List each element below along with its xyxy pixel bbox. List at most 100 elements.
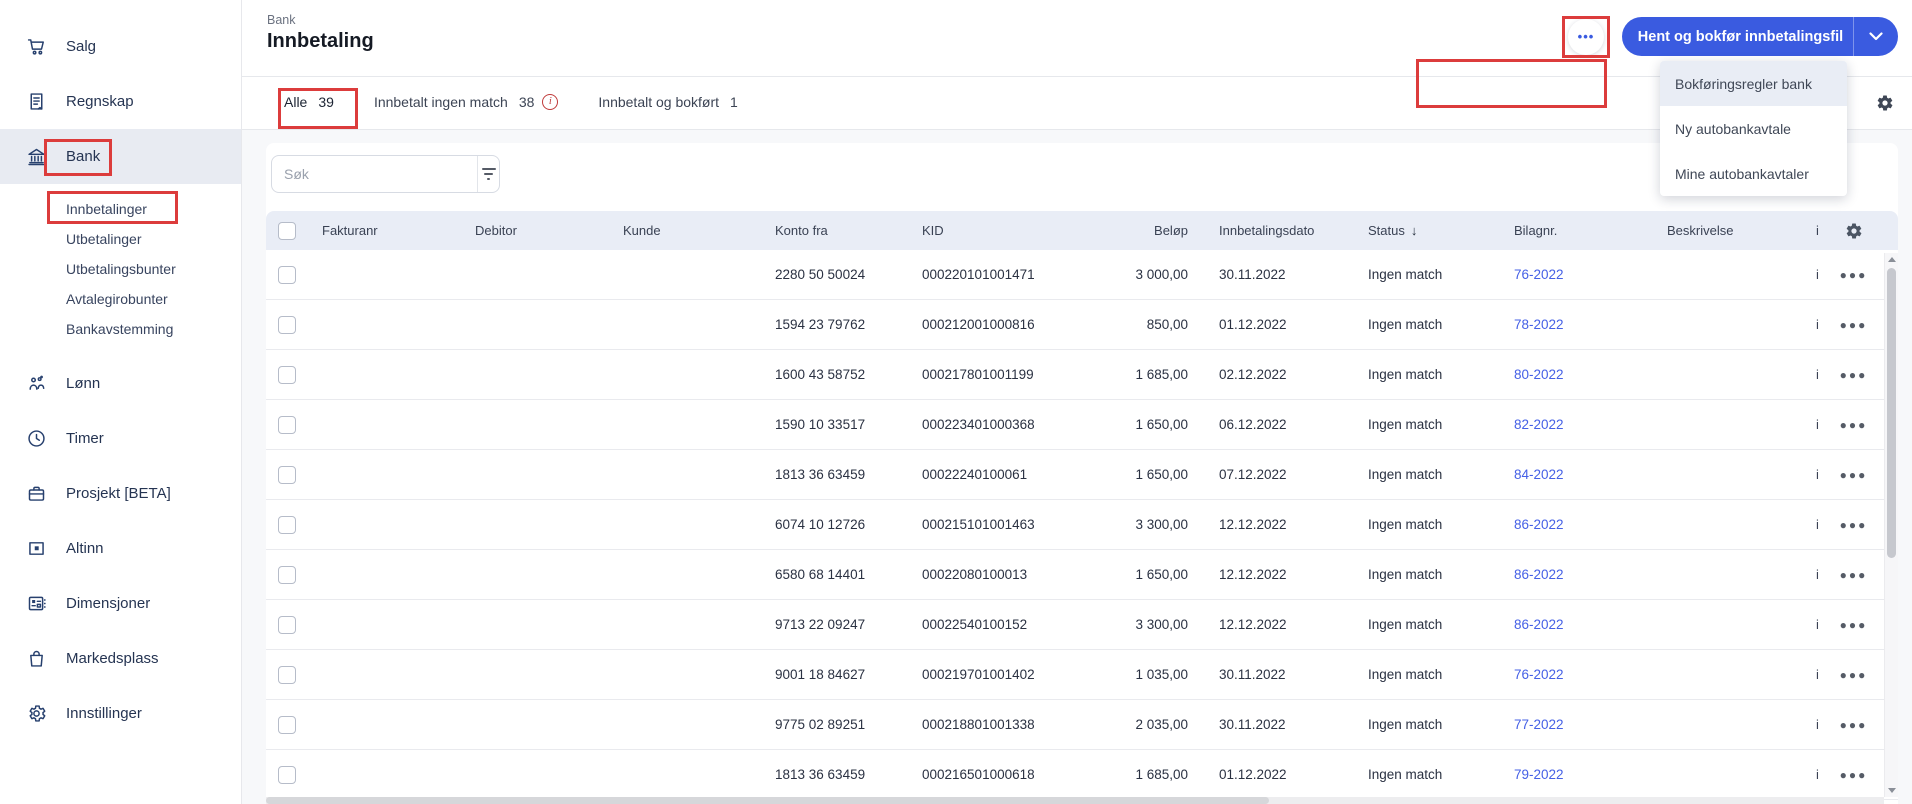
row-more-actions-button[interactable]: ●●● (1840, 318, 1868, 332)
sidebar-item-altinn[interactable]: Altinn (0, 521, 241, 576)
row-more-actions-button[interactable]: ●●● (1840, 768, 1868, 782)
sidebar-item-innstillinger[interactable]: Innstillinger (0, 686, 241, 741)
sidebar-item-lønn[interactable]: Lønn (0, 356, 241, 411)
menu-item-ny-autobankavtale[interactable]: Ny autobankavtale (1660, 106, 1847, 151)
bilagnr-link[interactable]: 76-2022 (1514, 667, 1564, 682)
menu-item-bokføringsregler-bank[interactable]: Bokføringsregler bank (1660, 61, 1847, 106)
bilagnr-link[interactable]: 86-2022 (1514, 517, 1564, 532)
cell-belop: 1 035,00 (1135, 667, 1188, 682)
cell-kunde (608, 250, 758, 299)
row-checkbox[interactable] (278, 515, 296, 534)
column-header-kunde[interactable]: Kunde (608, 211, 758, 250)
sidebar-subitem-innbetalinger[interactable]: Innbetalinger (0, 194, 241, 224)
info-icon[interactable]: i (542, 93, 559, 110)
more-actions-button[interactable]: ••• (1568, 19, 1604, 55)
column-header-beløp[interactable]: Beløp (1051, 211, 1193, 250)
cell-beskrivelse (1635, 500, 1816, 549)
column-header-fakturanr[interactable]: Fakturanr (310, 211, 460, 250)
column-header-innbetalingsdato[interactable]: Innbetalingsdato (1193, 211, 1343, 250)
tab-alle[interactable]: Alle 39 (284, 77, 334, 129)
cell-kid: 000223401000368 (922, 417, 1035, 432)
sidebar-subitem-utbetalinger[interactable]: Utbetalinger (0, 224, 241, 254)
cell-belop: 850,00 (1146, 317, 1188, 332)
bilagnr-link[interactable]: 76-2022 (1514, 267, 1564, 282)
column-header-debitor[interactable]: Debitor (460, 211, 608, 250)
sidebar-item-dimensjoner[interactable]: Dimensjoner (0, 576, 241, 631)
scroll-up-arrow-icon[interactable] (1888, 257, 1896, 262)
row-checkbox[interactable] (278, 565, 296, 584)
vertical-scrollbar[interactable] (1884, 253, 1898, 797)
column-header-bilagnr-[interactable]: Bilagnr. (1489, 211, 1635, 250)
row-checkbox[interactable] (278, 265, 296, 284)
horizontal-scrollbar[interactable] (266, 797, 1884, 804)
sidebar-item-timer[interactable]: Timer (0, 411, 241, 466)
bilagnr-link[interactable]: 84-2022 (1514, 467, 1564, 482)
tabs-settings-gear-icon[interactable] (1876, 94, 1894, 112)
row-more-actions-button[interactable]: ●●● (1840, 418, 1868, 432)
menu-item-mine-autobankavtaler[interactable]: Mine autobankavtaler (1660, 151, 1847, 196)
row-checkbox-cell (266, 700, 310, 749)
table-settings-gear-icon[interactable] (1830, 211, 1877, 250)
row-checkbox[interactable] (278, 415, 296, 434)
bilagnr-link[interactable]: 79-2022 (1514, 767, 1564, 782)
row-more-actions-button[interactable]: ●●● (1840, 518, 1868, 532)
row-checkbox[interactable] (278, 615, 296, 634)
scroll-down-arrow-icon[interactable] (1888, 788, 1896, 793)
cell-konto_fra: 6074 10 12726 (775, 517, 866, 532)
cell-bilagnr: 84-2022 (1489, 450, 1635, 499)
row-more-actions-button[interactable]: ●●● (1840, 368, 1868, 382)
bilagnr-link[interactable]: 78-2022 (1514, 317, 1564, 332)
sidebar-item-regnskap[interactable]: Regnskap (0, 74, 241, 129)
cell-kunde (608, 450, 758, 499)
bilagnr-link[interactable]: 86-2022 (1514, 617, 1564, 632)
vertical-scrollbar-thumb[interactable] (1887, 268, 1896, 558)
select-all-checkbox[interactable] (278, 221, 296, 240)
cell-kid: 000217801001199 (922, 367, 1034, 382)
tab-label: Innbetalt og bokført (598, 93, 720, 110)
row-more-actions-button[interactable]: ●●● (1840, 568, 1868, 582)
filter-button[interactable] (477, 156, 499, 192)
bilagnr-link[interactable]: 82-2022 (1514, 417, 1564, 432)
sidebar-subitem-utbetalingsbunter[interactable]: Utbetalingsbunter (0, 254, 241, 284)
sidebar-item-markedsplass[interactable]: Markedsplass (0, 631, 241, 686)
column-header-konto-fra[interactable]: Konto fra (758, 211, 906, 250)
row-checkbox[interactable] (278, 765, 296, 784)
tab-innbetalt-ingen-match[interactable]: Innbetalt ingen match 38 i (374, 77, 559, 129)
chevron-down-icon[interactable] (1854, 32, 1898, 41)
row-more-actions-button[interactable]: ●●● (1840, 718, 1868, 732)
fetch-payment-file-button[interactable]: Hent og bokfør innbetalingsfil (1622, 17, 1898, 56)
column-header-status[interactable]: Status ↓ (1343, 211, 1489, 250)
row-checkbox[interactable] (278, 715, 296, 734)
altinn-icon (26, 538, 47, 559)
row-more-actions-button[interactable]: ●●● (1840, 668, 1868, 682)
bilagnr-link[interactable]: 80-2022 (1514, 367, 1564, 382)
row-actions-cell: ●●● (1830, 600, 1877, 649)
search-box (271, 155, 500, 193)
row-more-actions-button[interactable]: ●●● (1840, 618, 1868, 632)
row-checkbox[interactable] (278, 365, 296, 384)
bag-icon (26, 648, 47, 669)
row-checkbox[interactable] (278, 465, 296, 484)
horizontal-scrollbar-thumb[interactable] (266, 797, 1270, 804)
column-header-beskrivelse[interactable]: Beskrivelse (1635, 211, 1816, 250)
tab-innbetalt-og-bokført[interactable]: Innbetalt og bokført 1 (598, 77, 737, 129)
row-checkbox[interactable] (278, 315, 296, 334)
table-row: 9001 18 84627 000219701001402 1 035,00 30.1… (266, 650, 1898, 700)
row-more-actions-button[interactable]: ●●● (1840, 268, 1868, 282)
sidebar-subitem-bankavstemming[interactable]: Bankavstemming (0, 314, 241, 344)
sidebar-subitem-avtalegirobunter[interactable]: Avtalegirobunter (0, 284, 241, 314)
sidebar-item-bank[interactable]: Bank (0, 129, 241, 184)
clock-icon (26, 428, 47, 449)
search-input[interactable] (272, 156, 477, 192)
bilagnr-link[interactable]: 77-2022 (1514, 717, 1564, 732)
sidebar-item-prosjekt-beta-[interactable]: Prosjekt [BETA] (0, 466, 241, 521)
cell-debitor (460, 700, 608, 749)
cell-status: Ingen match (1368, 767, 1443, 782)
table-header: Fakturanr Debitor Kunde Konto fra KID Beløp In… (266, 211, 1898, 250)
bilagnr-link[interactable]: 86-2022 (1514, 567, 1564, 582)
cell-beskrivelse (1635, 550, 1816, 599)
sidebar-item-salg[interactable]: Salg (0, 19, 241, 74)
row-more-actions-button[interactable]: ●●● (1840, 468, 1868, 482)
row-checkbox[interactable] (278, 665, 296, 684)
column-header-kid[interactable]: KID (906, 211, 1051, 250)
